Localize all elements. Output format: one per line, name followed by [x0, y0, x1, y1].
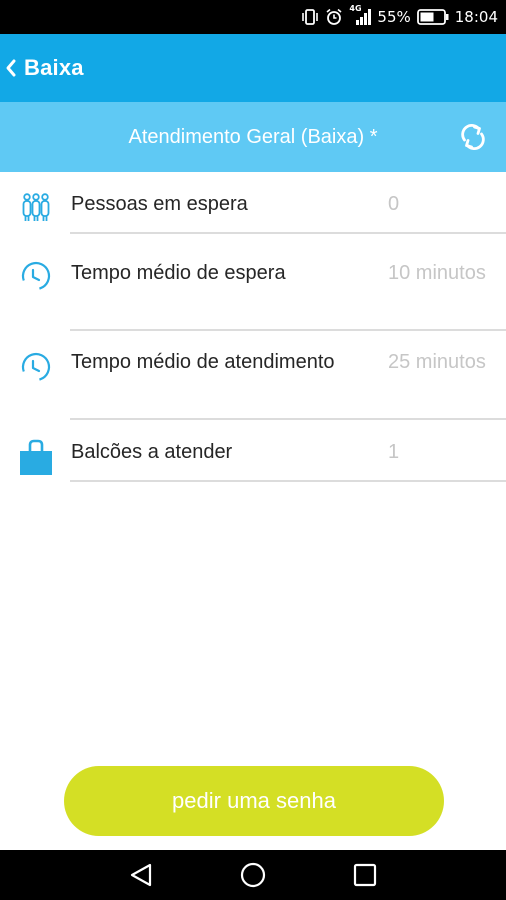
divider: [70, 418, 506, 420]
battery-icon: [416, 9, 449, 25]
alarm-icon: [325, 8, 343, 26]
navigation-bar: [0, 850, 506, 900]
service-title: Atendimento Geral (Baixa) *: [128, 126, 378, 148]
page-title[interactable]: Baixa: [24, 55, 84, 81]
row-value: 1: [388, 441, 400, 463]
row-label: Tempo médio de atendimento: [71, 351, 335, 373]
clock-icon: [19, 350, 53, 389]
briefcase-icon: [18, 437, 54, 482]
signal-icon: 4G: [349, 4, 372, 27]
row-label: Tempo médio de espera: [71, 262, 286, 284]
people-icon: [20, 191, 52, 228]
row-label: Pessoas em espera: [71, 193, 248, 215]
request-ticket-button[interactable]: pedir uma senha: [64, 766, 444, 836]
vibrate-icon: [301, 8, 319, 26]
back-triangle-icon[interactable]: [126, 860, 156, 890]
divider: [70, 480, 506, 482]
row-value: 10 minutos: [388, 262, 486, 284]
row-label: Balcões a atender: [71, 441, 233, 463]
chevron-left-icon[interactable]: [4, 56, 20, 80]
service-header: Atendimento Geral (Baixa) *: [0, 102, 506, 172]
clock-icon: [19, 259, 53, 298]
clock-time: 18:04: [454, 8, 498, 26]
app-bar: Baixa: [0, 34, 506, 102]
divider: [70, 232, 506, 234]
row-value: 25 minutos: [388, 351, 486, 373]
status-icons: 4G 55% 18:04: [301, 0, 498, 34]
home-circle-icon[interactable]: [238, 860, 268, 890]
row-value: 0: [388, 193, 400, 215]
battery-percent: 55%: [377, 8, 411, 26]
recents-square-icon[interactable]: [350, 860, 380, 890]
refresh-icon[interactable]: [456, 120, 490, 154]
status-bar: 4G 55% 18:04: [0, 0, 506, 34]
divider: [70, 329, 506, 331]
